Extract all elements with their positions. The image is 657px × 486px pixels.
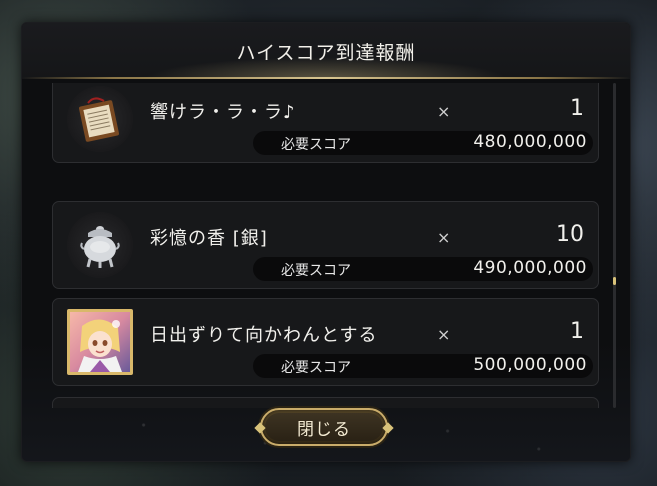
times-sign: × [437, 228, 451, 247]
required-score-bar: 必要スコア 490,000,000 [253, 257, 593, 281]
reward-name: 響けラ・ラ・ラ♪ [150, 102, 296, 123]
reward-row: 日出ずりて向かわんとする × 1 必要スコア 500,000,000 [52, 298, 599, 386]
reward-row: 響けラ・ラ・ラ♪ × 1 必要スコア 480,000,000 [52, 83, 599, 163]
scrollbar[interactable] [613, 83, 616, 408]
header-divider [22, 77, 630, 79]
dialog-header: ハイスコア到達報酬 [22, 23, 630, 79]
times-sign: × [437, 102, 451, 121]
close-button-label: 閉じる [297, 419, 351, 440]
reward-name: 彩憶の香 [銀] [150, 228, 268, 249]
required-score-label: 必要スコア [281, 263, 351, 279]
required-score-value: 490,000,000 [473, 258, 587, 278]
reward-list[interactable]: 響けラ・ラ・ラ♪ × 1 必要スコア 480,000,000 彩憶の香 [銀] … [52, 83, 602, 408]
reward-row: 彩憶の香 [銀] × 10 必要スコア 490,000,000 [52, 201, 599, 289]
required-score-label: 必要スコア [281, 137, 351, 153]
high-score-reward-dialog: ハイスコア到達報酬 響けラ・ラ・ラ♪ × 1 必要スコア 480,000,000… [21, 22, 631, 462]
required-score-bar: 必要スコア 500,000,000 [253, 354, 593, 378]
reward-quantity: 1 [570, 96, 584, 121]
times-sign: × [437, 325, 451, 344]
reward-row-partial [52, 397, 599, 408]
reward-quantity: 1 [570, 319, 584, 344]
reward-name: 日出ずりて向かわんとする [150, 325, 378, 346]
required-score-value: 480,000,000 [473, 132, 587, 152]
required-score-label: 必要スコア [281, 360, 351, 376]
reward-quantity: 10 [556, 222, 584, 247]
dialog-title: ハイスコア到達報酬 [236, 41, 416, 64]
required-score-value: 500,000,000 [473, 355, 587, 375]
silver-incense-burner-icon [67, 212, 133, 278]
required-score-bar: 必要スコア 480,000,000 [253, 131, 593, 155]
close-button[interactable]: 閉じる [254, 408, 394, 446]
scrollbar-thumb[interactable] [613, 277, 616, 285]
music-sheet-icon [67, 86, 133, 152]
character-card-icon [67, 309, 133, 375]
